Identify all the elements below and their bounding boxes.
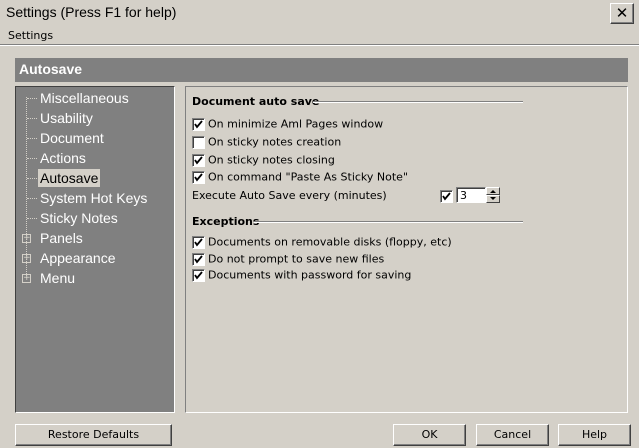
tree-item-system-hot-keys[interactable]: System Hot Keys xyxy=(38,189,149,207)
checkbox-label: On command "Paste As Sticky Note" xyxy=(208,170,409,184)
group-divider xyxy=(254,221,523,223)
exceptions-heading: Exceptions xyxy=(192,215,260,228)
tree-connector xyxy=(27,138,37,139)
section-header: Autosave xyxy=(15,58,628,82)
tree-connector-line xyxy=(26,97,27,278)
tree-item-actions[interactable]: Actions xyxy=(38,149,88,167)
group-divider xyxy=(313,101,523,103)
interval-label: Execute Auto Save every (minutes) xyxy=(192,189,387,202)
interval-minutes-input[interactable]: 3 xyxy=(456,187,486,203)
restore-defaults-button[interactable]: Restore Defaults xyxy=(15,424,172,446)
window-title: Settings (Press F1 for help) xyxy=(6,4,177,20)
on-sticky-creation-checkbox-row[interactable]: On sticky notes creation xyxy=(192,134,341,150)
close-icon: ✕ xyxy=(615,4,629,22)
on-minimize-checkbox-row[interactable]: On minimize Aml Pages window xyxy=(192,116,383,132)
help-button[interactable]: Help xyxy=(558,424,631,446)
tree-item-panels[interactable]: Panels xyxy=(38,229,85,247)
arrow-up-icon xyxy=(490,190,496,193)
on-sticky-closing-checkbox[interactable] xyxy=(192,153,205,167)
document-auto-save-heading: Document auto save xyxy=(192,95,320,108)
checkbox-label: Documents with password for saving xyxy=(208,268,412,282)
title-bar: Settings (Press F1 for help) ✕ xyxy=(0,0,639,27)
checkbox-label: On minimize Aml Pages window xyxy=(208,117,384,131)
decrement-button[interactable] xyxy=(486,195,500,203)
tree-connector xyxy=(27,218,37,219)
tree-connector xyxy=(27,118,37,119)
tree-connector xyxy=(27,178,37,179)
close-button[interactable]: ✕ xyxy=(610,3,634,24)
tree-connector xyxy=(27,198,37,199)
tree-item-menu[interactable]: Menu xyxy=(38,269,77,287)
checkbox-label: On sticky notes creation xyxy=(208,135,342,149)
on-sticky-creation-checkbox[interactable] xyxy=(192,135,205,149)
on-paste-command-checkbox-row[interactable]: On command "Paste As Sticky Note" xyxy=(192,169,408,185)
no-prompt-new-files-checkbox-row[interactable]: Do not prompt to save new files xyxy=(192,251,384,267)
checkbox-label: Do not prompt to save new files xyxy=(208,252,385,266)
settings-tree[interactable]: Miscellaneous Usability Document Actions… xyxy=(15,86,175,413)
menu-settings[interactable]: Settings xyxy=(8,29,53,42)
tree-item-sticky-notes[interactable]: Sticky Notes xyxy=(38,209,120,227)
cancel-button[interactable]: Cancel xyxy=(476,424,549,446)
tree-item-document[interactable]: Document xyxy=(38,129,106,147)
tree-item-autosave[interactable]: Autosave xyxy=(38,169,101,187)
arrow-down-icon xyxy=(490,197,496,200)
expand-menu-icon[interactable]: + xyxy=(22,274,31,283)
tree-connector xyxy=(27,98,37,99)
password-documents-checkbox-row[interactable]: Documents with password for saving xyxy=(192,267,411,283)
tree-item-miscellaneous[interactable]: Miscellaneous xyxy=(38,89,131,107)
removable-disks-checkbox-row[interactable]: Documents on removable disks (floppy, et… xyxy=(192,234,452,250)
menubar-divider xyxy=(0,44,639,46)
on-sticky-closing-checkbox-row[interactable]: On sticky notes closing xyxy=(192,152,335,168)
no-prompt-new-files-checkbox[interactable] xyxy=(192,252,205,266)
increment-button[interactable] xyxy=(486,187,500,195)
checkbox-label: On sticky notes closing xyxy=(208,153,335,167)
interval-stepper[interactable] xyxy=(486,187,500,203)
on-minimize-checkbox[interactable] xyxy=(192,117,205,131)
removable-disks-checkbox[interactable] xyxy=(192,235,205,249)
section-title: Autosave xyxy=(19,61,83,77)
password-documents-checkbox[interactable] xyxy=(192,268,205,282)
tree-item-appearance[interactable]: Appearance xyxy=(38,249,118,267)
expand-appearance-icon[interactable]: + xyxy=(22,254,31,263)
autosave-panel: Document auto save On minimize Aml Pages… xyxy=(185,86,628,413)
interval-checkbox[interactable] xyxy=(440,189,453,203)
ok-button[interactable]: OK xyxy=(393,424,466,446)
checkbox-label: Documents on removable disks (floppy, et… xyxy=(208,235,452,249)
tree-item-usability[interactable]: Usability xyxy=(38,109,95,127)
on-paste-command-checkbox[interactable] xyxy=(192,170,205,184)
tree-connector xyxy=(27,158,37,159)
expand-panels-icon[interactable]: + xyxy=(22,234,31,243)
